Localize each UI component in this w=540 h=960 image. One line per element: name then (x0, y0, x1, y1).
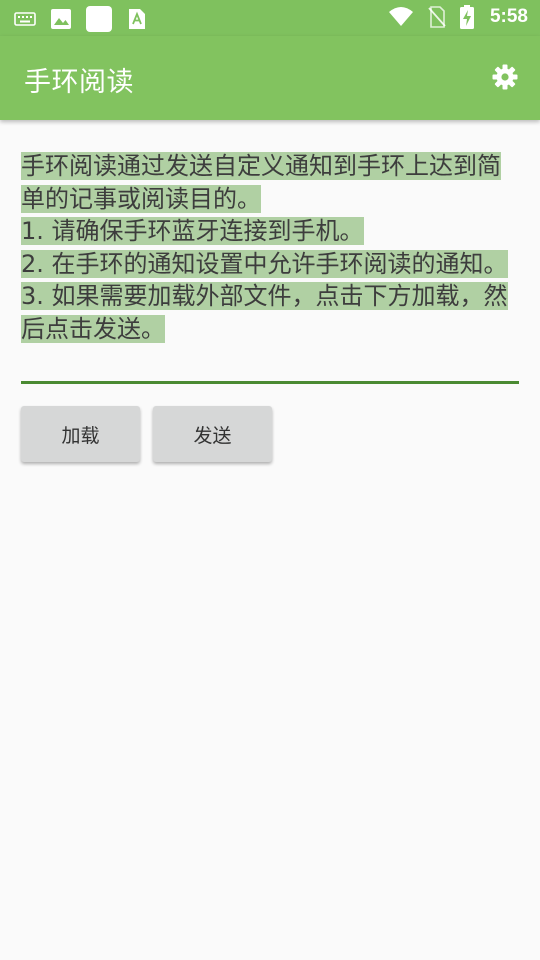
status-right-icons: 5:58 (388, 5, 528, 29)
load-button[interactable]: 加载 (21, 406, 140, 462)
battery-charging-icon (459, 5, 474, 29)
message-text: 手环阅读通过发送自定义通知到手环上达到简单的记事或阅读目的。 1. 请确保手环蓝… (21, 150, 519, 345)
status-bar: 5:58 (0, 0, 540, 36)
settings-button[interactable] (492, 64, 518, 94)
blank-notification-icon (86, 6, 112, 32)
status-left-icons (14, 6, 148, 32)
wifi-icon (388, 6, 414, 28)
image-icon (50, 8, 72, 30)
no-sim-icon (426, 6, 448, 28)
gear-icon (492, 64, 518, 94)
send-button[interactable]: 发送 (153, 406, 272, 462)
app-title: 手环阅读 (24, 67, 134, 98)
keyboard-icon (14, 8, 36, 30)
selected-text: 手环阅读通过发送自定义通知到手环上达到简单的记事或阅读目的。 1. 请确保手环蓝… (21, 152, 508, 343)
message-text-field[interactable]: 手环阅读通过发送自定义通知到手环上达到简单的记事或阅读目的。 1. 请确保手环蓝… (21, 150, 519, 384)
app-bar: 手环阅读 (0, 36, 540, 120)
status-time: 5:58 (489, 6, 528, 27)
accessibility-a-icon (126, 8, 148, 30)
